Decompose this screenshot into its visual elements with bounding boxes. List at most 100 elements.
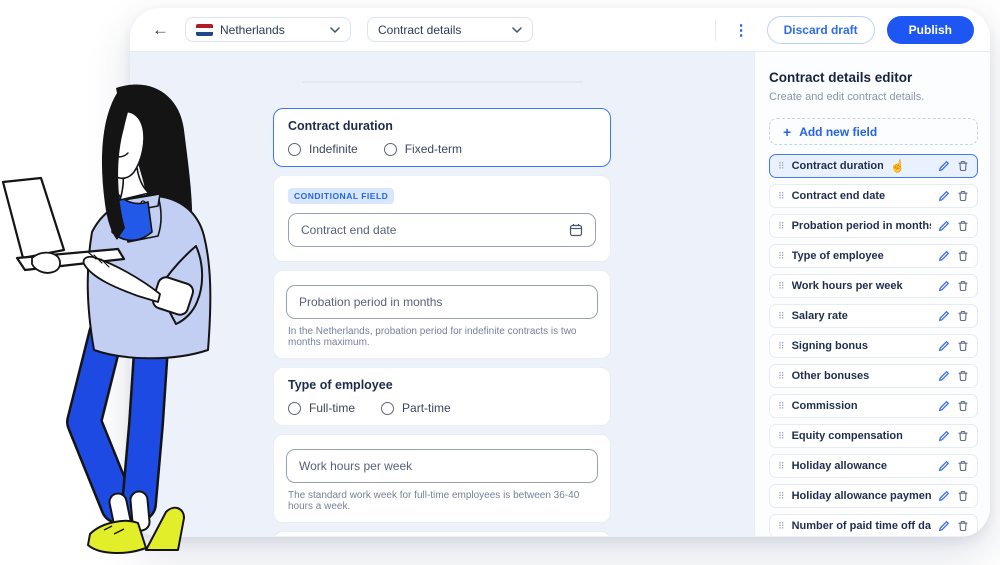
delete-trash-icon[interactable] bbox=[957, 310, 969, 322]
radio-circle-icon[interactable] bbox=[288, 143, 301, 156]
back-arrow-icon[interactable]: ← bbox=[152, 20, 169, 40]
field-row[interactable]: ⠿ Probation period in months ☝ bbox=[769, 214, 978, 238]
field-row[interactable]: ⠿ Signing bonus ☝ bbox=[769, 334, 978, 358]
radio-circle-icon[interactable] bbox=[381, 402, 394, 415]
field-row[interactable]: ⠿ Type of employee ☝ bbox=[769, 244, 978, 268]
field-label: Other bonuses bbox=[792, 370, 931, 382]
edit-pencil-icon[interactable] bbox=[938, 490, 950, 502]
delete-trash-icon[interactable] bbox=[957, 430, 969, 442]
radio-option[interactable]: Indefinite bbox=[288, 142, 358, 156]
sidebar-title: Contract details editor bbox=[769, 70, 978, 85]
field-row[interactable]: ⠿ Holiday allowance ☝ bbox=[769, 454, 978, 478]
radio-option[interactable]: Full-time bbox=[288, 401, 355, 415]
radio-option[interactable]: Fixed-term bbox=[384, 142, 462, 156]
edit-pencil-icon[interactable] bbox=[938, 400, 950, 412]
field-label: Commission bbox=[792, 400, 931, 412]
delete-trash-icon[interactable] bbox=[957, 220, 969, 232]
edit-pencil-icon[interactable] bbox=[938, 190, 950, 202]
radio-circle-icon[interactable] bbox=[288, 402, 301, 415]
drag-handle-icon[interactable]: ⠿ bbox=[778, 522, 785, 531]
work-hours-card[interactable]: Work hours per week The standard work we… bbox=[273, 434, 611, 523]
field-row[interactable]: ⠿ Salary rate ☝ bbox=[769, 304, 978, 328]
drag-handle-icon[interactable]: ⠿ bbox=[778, 192, 785, 201]
plus-icon: + bbox=[783, 124, 791, 140]
radio-circle-icon[interactable] bbox=[384, 143, 397, 156]
delete-trash-icon[interactable] bbox=[957, 460, 969, 472]
salary-rate-card[interactable]: Salary rate bbox=[273, 531, 611, 536]
chevron-down-icon bbox=[330, 27, 340, 33]
field-label: Holiday allowance payment fre... bbox=[792, 490, 931, 502]
employee-type-card[interactable]: Type of employee Full-time Part-time bbox=[273, 367, 611, 426]
field-label: Type of employee bbox=[792, 250, 931, 262]
work-hours-input[interactable]: Work hours per week bbox=[286, 449, 598, 483]
netherlands-flag-icon bbox=[196, 24, 213, 36]
app-window: ← Netherlands Contract details ⋮ Discard… bbox=[130, 8, 990, 537]
contract-end-date-input[interactable]: Contract end date bbox=[288, 213, 596, 247]
drag-handle-icon[interactable]: ⠿ bbox=[778, 462, 785, 471]
delete-trash-icon[interactable] bbox=[957, 490, 969, 502]
drag-handle-icon[interactable]: ⠿ bbox=[778, 312, 785, 321]
drag-handle-icon[interactable]: ⠿ bbox=[778, 342, 785, 351]
edit-pencil-icon[interactable] bbox=[938, 460, 950, 472]
drag-handle-icon[interactable]: ⠿ bbox=[778, 282, 785, 291]
delete-trash-icon[interactable] bbox=[957, 520, 969, 532]
drag-handle-icon[interactable]: ⠿ bbox=[778, 222, 785, 231]
drag-handle-icon[interactable]: ⠿ bbox=[778, 162, 785, 171]
contract-end-date-card[interactable]: CONDITIONAL FIELD Contract end date bbox=[273, 175, 611, 262]
drag-handle-icon[interactable]: ⠿ bbox=[778, 252, 785, 261]
add-new-field-button[interactable]: + Add new field bbox=[769, 118, 978, 145]
drag-handle-icon[interactable]: ⠿ bbox=[778, 432, 785, 441]
drag-handle-icon[interactable]: ⠿ bbox=[778, 372, 785, 381]
field-row[interactable]: ⠿ Commission ☝ bbox=[769, 394, 978, 418]
edit-pencil-icon[interactable] bbox=[938, 340, 950, 352]
drag-handle-icon[interactable]: ⠿ bbox=[778, 492, 785, 501]
template-select[interactable]: Contract details bbox=[367, 17, 533, 42]
kebab-menu-icon[interactable]: ⋮ bbox=[716, 21, 767, 39]
contract-duration-card[interactable]: Contract duration Indefinite Fixed-term bbox=[273, 108, 611, 167]
calendar-icon bbox=[569, 223, 583, 237]
country-select-value: Netherlands bbox=[220, 23, 323, 37]
template-select-value: Contract details bbox=[378, 23, 505, 37]
field-row[interactable]: ⠿ Holiday allowance payment fre... ☝ bbox=[769, 484, 978, 508]
field-label: Number of paid time off days bbox=[792, 520, 931, 532]
edit-pencil-icon[interactable] bbox=[938, 250, 950, 262]
delete-trash-icon[interactable] bbox=[957, 190, 969, 202]
field-row[interactable]: ⠿ Contract end date ☝ bbox=[769, 184, 978, 208]
field-row[interactable]: ⠿ Other bonuses ☝ bbox=[769, 364, 978, 388]
delete-trash-icon[interactable] bbox=[957, 160, 969, 172]
delete-trash-icon[interactable] bbox=[957, 250, 969, 262]
field-label: Contract end date bbox=[792, 190, 931, 202]
field-row[interactable]: ⠿ Equity compensation ☝ bbox=[769, 424, 978, 448]
probation-input[interactable]: Probation period in months bbox=[286, 285, 598, 319]
edit-pencil-icon[interactable] bbox=[938, 280, 950, 292]
edit-pencil-icon[interactable] bbox=[938, 160, 950, 172]
topbar: ← Netherlands Contract details ⋮ Discard… bbox=[130, 8, 990, 52]
probation-card[interactable]: Probation period in months In the Nether… bbox=[273, 270, 611, 359]
field-row[interactable]: ⠿ Contract duration ☝ bbox=[769, 154, 978, 178]
delete-trash-icon[interactable] bbox=[957, 340, 969, 352]
delete-trash-icon[interactable] bbox=[957, 280, 969, 292]
radio-label: Part-time bbox=[402, 401, 451, 415]
discard-draft-button[interactable]: Discard draft bbox=[767, 16, 875, 44]
delete-trash-icon[interactable] bbox=[957, 400, 969, 412]
edit-pencil-icon[interactable] bbox=[938, 220, 950, 232]
country-select[interactable]: Netherlands bbox=[185, 17, 351, 42]
add-new-field-label: Add new field bbox=[799, 125, 877, 139]
drag-handle-icon[interactable]: ⠿ bbox=[778, 402, 785, 411]
field-row[interactable]: ⠿ Work hours per week ☝ bbox=[769, 274, 978, 298]
field-row[interactable]: ⠿ Number of paid time off days ☝ bbox=[769, 514, 978, 536]
delete-trash-icon[interactable] bbox=[957, 370, 969, 382]
field-label: Contract duration bbox=[792, 160, 883, 172]
edit-pencil-icon[interactable] bbox=[938, 370, 950, 382]
builder-area: Builder Conditionals Preview Contract du… bbox=[130, 52, 754, 536]
contract-duration-radios: Indefinite Fixed-term bbox=[288, 142, 596, 156]
field-label: Salary rate bbox=[792, 310, 931, 322]
probation-helper-text: In the Netherlands, probation period for… bbox=[288, 326, 598, 348]
field-label: Signing bonus bbox=[792, 340, 931, 352]
edit-pencil-icon[interactable] bbox=[938, 310, 950, 322]
work-hours-placeholder: Work hours per week bbox=[299, 459, 585, 473]
edit-pencil-icon[interactable] bbox=[938, 430, 950, 442]
publish-button[interactable]: Publish bbox=[887, 16, 974, 44]
edit-pencil-icon[interactable] bbox=[938, 520, 950, 532]
radio-option[interactable]: Part-time bbox=[381, 401, 451, 415]
